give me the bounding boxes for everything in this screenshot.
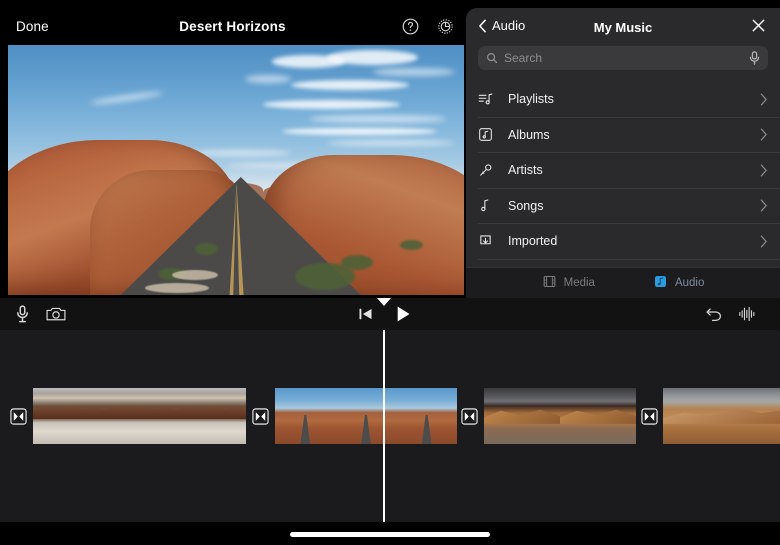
clip-thumbnail [396, 388, 457, 444]
clip-thumbnail [104, 388, 175, 444]
tab-label: Audio [674, 277, 705, 289]
cloud [290, 80, 410, 90]
video-preview[interactable] [8, 45, 464, 295]
play-icon[interactable] [395, 305, 412, 323]
shrub [400, 240, 423, 250]
cloud [308, 115, 446, 123]
shrub [194, 242, 218, 255]
preview-frame [8, 45, 464, 295]
cloud [372, 67, 455, 77]
cloud [327, 50, 419, 65]
search-row: Search [466, 46, 780, 70]
transition-icon[interactable] [461, 408, 478, 425]
list-item-playlists[interactable]: Playlists [478, 82, 780, 118]
imovie-editor: Done Desert Horizons Audio My Music Sear… [0, 0, 780, 545]
import-download-icon [478, 234, 508, 249]
my-music-panel: Audio My Music Search Playlists Albums A… [466, 8, 780, 298]
chevron-right-icon [760, 164, 768, 177]
search-input[interactable]: Search [478, 46, 768, 70]
list-item-albums[interactable]: Albums [478, 118, 780, 153]
close-icon[interactable] [751, 18, 766, 33]
chevron-right-icon [760, 93, 768, 106]
playlist-icon [478, 92, 508, 107]
list-item-artists[interactable]: Artists [478, 153, 780, 189]
list-item-imported[interactable]: Imported [478, 224, 780, 260]
clip-frames [663, 388, 780, 444]
page-title: Desert Horizons [179, 18, 286, 34]
timeline-clip-3[interactable] [484, 388, 636, 444]
gravel [172, 270, 218, 280]
timeline[interactable] [0, 330, 780, 522]
timeline-clip-1[interactable] [33, 388, 246, 444]
clip-frames [484, 388, 636, 444]
search-placeholder: Search [504, 51, 543, 65]
music-category-list: Playlists Albums Artists Songs Imported [466, 82, 780, 295]
microphone-icon [478, 163, 508, 178]
list-item-label: Songs [508, 198, 544, 213]
topbar-icon-group [401, 17, 455, 36]
gear-icon[interactable] [436, 17, 455, 36]
home-indicator [290, 532, 490, 537]
list-item-label: Imported [508, 234, 558, 249]
tab-label: Media [563, 277, 595, 289]
cloud [281, 127, 437, 135]
panel-title: My Music [593, 20, 653, 35]
camera-icon[interactable] [46, 306, 66, 323]
list-item-label: Artists [508, 163, 543, 178]
clip-thumbnail [275, 388, 336, 444]
tab-media[interactable]: Media [542, 274, 595, 292]
panel-tab-bar: Media Audio [466, 267, 780, 298]
clip-thumbnail [175, 388, 246, 444]
list-item-label: Albums [508, 127, 550, 142]
audio-note-icon [653, 274, 668, 292]
question-circle-icon[interactable] [401, 17, 420, 36]
clip-thumbnail [335, 388, 397, 444]
road-centerline-gap [233, 185, 240, 295]
playhead[interactable] [383, 330, 385, 522]
timeline-clip-4[interactable] [663, 388, 780, 444]
clip-frames [33, 388, 246, 444]
cloud [245, 75, 291, 83]
chevron-right-icon [760, 128, 768, 141]
gravel [144, 282, 209, 293]
album-icon [478, 127, 508, 142]
undo-icon[interactable] [705, 306, 723, 322]
playhead-marker [377, 298, 391, 306]
chevron-right-icon [760, 235, 768, 248]
transition-icon[interactable] [641, 408, 658, 425]
audio-waveform-icon[interactable] [738, 305, 756, 323]
voiceover-microphone-icon[interactable] [15, 305, 30, 323]
film-strip-icon [542, 274, 557, 292]
clip-thumbnail [663, 388, 780, 444]
clip-frames [275, 388, 457, 444]
timeline-clip-2[interactable] [275, 388, 457, 444]
top-toolbar: Done Desert Horizons [0, 8, 465, 44]
skip-to-start-icon[interactable] [358, 307, 373, 322]
clip-thumbnail [33, 388, 104, 444]
clip-thumbnail [484, 388, 560, 444]
panel-header: Audio My Music [466, 8, 780, 46]
clip-thumbnail [560, 388, 636, 444]
microphone-icon [749, 51, 760, 65]
list-item-songs[interactable]: Songs [478, 189, 780, 224]
music-note-icon [478, 198, 508, 213]
transition-icon[interactable] [10, 408, 27, 425]
chevron-right-icon [760, 199, 768, 212]
shrub [340, 255, 373, 270]
search-icon [487, 53, 498, 64]
transition-icon[interactable] [252, 408, 269, 425]
cloud [263, 100, 401, 109]
tab-audio[interactable]: Audio [653, 274, 704, 292]
list-item-label: Playlists [508, 92, 554, 107]
